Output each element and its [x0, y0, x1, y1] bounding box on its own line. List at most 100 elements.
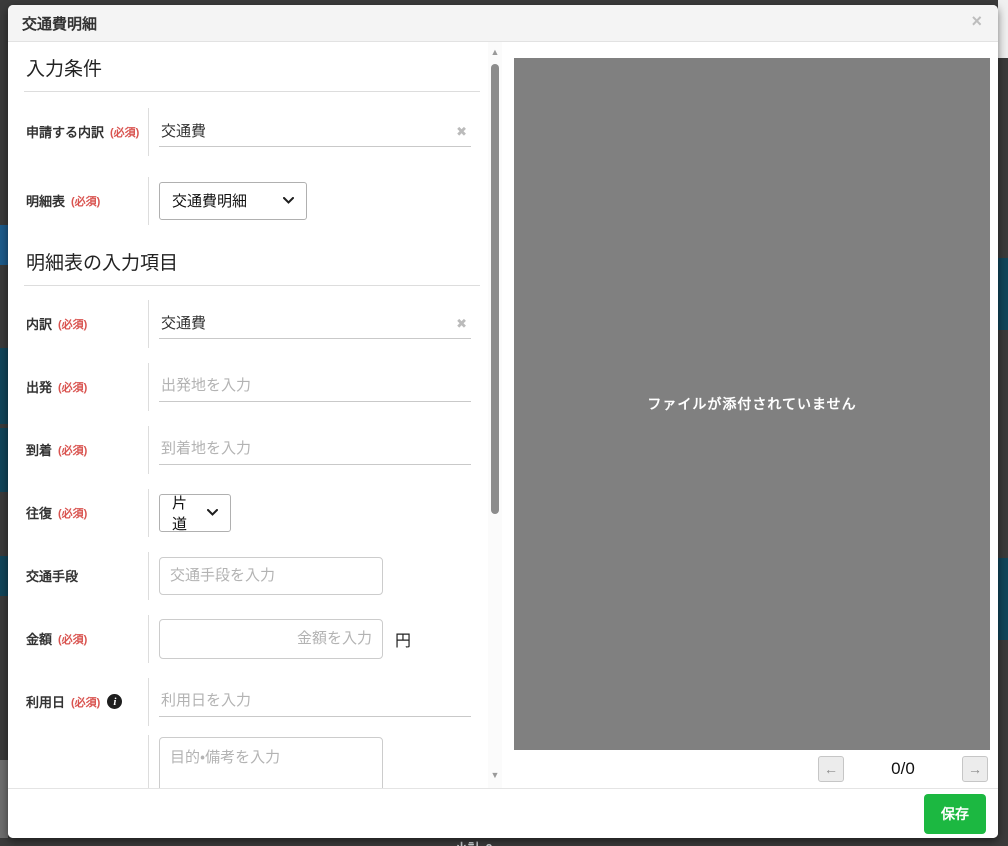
input-cell: 円 — [148, 615, 480, 663]
field-label: 金額 — [26, 629, 52, 648]
background-right-strip — [998, 0, 1008, 846]
page-indicator: 0/0 — [844, 759, 962, 779]
background-segment — [0, 348, 8, 424]
modal-body: 入力条件 申請する内訳 (必須) ✖ 明細表 (必須) — [8, 42, 998, 788]
required-badge: (必須) — [58, 379, 87, 395]
attachment-pagination: ← 0/0 → — [502, 750, 998, 788]
save-button[interactable]: 保存 — [924, 794, 986, 834]
round-trip-select[interactable]: 片道 — [159, 494, 231, 532]
section-heading-detail-items: 明細表の入力項目 — [24, 248, 480, 286]
background-segment — [0, 428, 8, 492]
label-cell: 申請する内訳 (必須) — [24, 122, 148, 141]
input-cell: 交通費明細 — [148, 177, 480, 225]
clear-icon[interactable]: ✖ — [456, 316, 467, 332]
transport-input[interactable] — [159, 557, 383, 595]
form-row-departure: 出発 (必須) — [24, 355, 480, 418]
scrollbar-thumb[interactable] — [491, 64, 499, 514]
field-label: 利用日 — [26, 692, 65, 711]
required-badge: (必須) — [110, 124, 139, 140]
label-cell: 利用日 (必須) i — [24, 692, 148, 711]
departure-input[interactable] — [159, 371, 471, 402]
form-row-transport: 交通手段 — [24, 544, 480, 607]
label-cell: 到着 (必須) — [24, 440, 148, 459]
attachment-preview-panel: ファイルが添付されていません ← 0/0 → — [502, 42, 998, 788]
input-wrap — [159, 434, 471, 465]
input-cell: ✖ — [148, 300, 480, 348]
select-value: 交通費明細 — [172, 190, 247, 211]
section-heading-conditions: 入力条件 — [24, 54, 480, 92]
next-page-button[interactable]: → — [962, 756, 988, 782]
required-badge: (必須) — [58, 316, 87, 332]
modal-title: 交通費明細 — [22, 13, 97, 34]
prev-page-button[interactable]: ← — [818, 756, 844, 782]
input-cell — [148, 678, 480, 726]
input-cell — [148, 552, 480, 600]
required-badge: (必須) — [71, 694, 100, 710]
label-cell: 内訳 (必須) — [24, 314, 148, 333]
field-label: 交通手段 — [26, 566, 78, 585]
select-value: 片道 — [172, 492, 197, 534]
clear-icon[interactable]: ✖ — [456, 124, 467, 140]
background-segment — [998, 0, 1008, 58]
field-label: 内訳 — [26, 314, 52, 333]
form-row-arrival: 到着 (必須) — [24, 418, 480, 481]
form-panel: 入力条件 申請する内訳 (必須) ✖ 明細表 (必須) — [8, 42, 488, 788]
form-row-breakdown: 内訳 (必須) ✖ — [24, 292, 480, 355]
modal-header: 交通費明細 × — [8, 5, 998, 42]
chevron-down-icon — [283, 197, 294, 204]
field-label: 到着 — [26, 440, 52, 459]
form-scrollbar[interactable]: ▲ ▼ — [488, 42, 502, 788]
input-cell: ✖ — [148, 108, 480, 156]
input-cell — [148, 363, 480, 411]
background-bottom-strip: 小計:0 — [0, 838, 1008, 846]
background-left-strip — [0, 0, 8, 846]
background-text-fragment: 小計:0 — [455, 838, 493, 846]
form-row-detail-table: 明細表 (必須) 交通費明細 — [24, 169, 480, 232]
form-row-apply-breakdown: 申請する内訳 (必須) ✖ — [24, 100, 480, 163]
field-label: 申請する内訳 — [26, 122, 104, 141]
usage-date-input[interactable] — [159, 686, 471, 717]
scroll-up-icon[interactable]: ▲ — [491, 48, 500, 57]
close-icon[interactable]: × — [971, 11, 982, 33]
input-wrap: ✖ — [159, 308, 471, 339]
memo-textarea[interactable] — [159, 737, 383, 789]
background-segment — [998, 258, 1008, 330]
form-row-memo — [24, 733, 480, 788]
form-row-usage-date: 利用日 (必須) i — [24, 670, 480, 733]
label-cell: 明細表 (必須) — [24, 191, 148, 210]
input-cell — [148, 426, 480, 474]
background-segment — [0, 760, 8, 846]
background-segment — [998, 558, 1008, 640]
scroll-down-icon[interactable]: ▼ — [491, 771, 500, 780]
arrival-input[interactable] — [159, 434, 471, 465]
detail-table-select[interactable]: 交通費明細 — [159, 182, 307, 220]
label-cell: 往復 (必須) — [24, 503, 148, 522]
no-attachment-message: ファイルが添付されていません — [647, 394, 856, 414]
label-cell: 出発 (必須) — [24, 377, 148, 396]
required-badge: (必須) — [58, 442, 87, 458]
attachment-preview-area: ファイルが添付されていません — [514, 58, 990, 750]
required-badge: (必須) — [58, 505, 87, 521]
input-wrap — [159, 371, 471, 402]
chevron-down-icon — [207, 509, 218, 516]
field-label: 明細表 — [26, 191, 65, 210]
field-label: 出発 — [26, 377, 52, 396]
transport-expense-modal: 交通費明細 × 入力条件 申請する内訳 (必須) ✖ — [8, 5, 998, 838]
modal-footer: 保存 — [8, 788, 998, 838]
form-row-round-trip: 往復 (必須) 片道 — [24, 481, 480, 544]
form-row-amount: 金額 (必須) 円 — [24, 607, 480, 670]
currency-unit-label: 円 — [395, 627, 411, 651]
label-cell: 交通手段 — [24, 566, 148, 585]
breakdown-input[interactable] — [159, 308, 471, 339]
background-segment — [0, 225, 8, 265]
input-cell: 片道 — [148, 489, 480, 537]
background-segment — [0, 556, 8, 596]
required-badge: (必須) — [58, 631, 87, 647]
field-label: 往復 — [26, 503, 52, 522]
input-wrap — [159, 686, 471, 717]
label-cell: 金額 (必須) — [24, 629, 148, 648]
required-badge: (必須) — [71, 193, 100, 209]
apply-breakdown-input[interactable] — [159, 116, 471, 147]
input-wrap: ✖ — [159, 116, 471, 147]
amount-input[interactable] — [159, 619, 383, 659]
